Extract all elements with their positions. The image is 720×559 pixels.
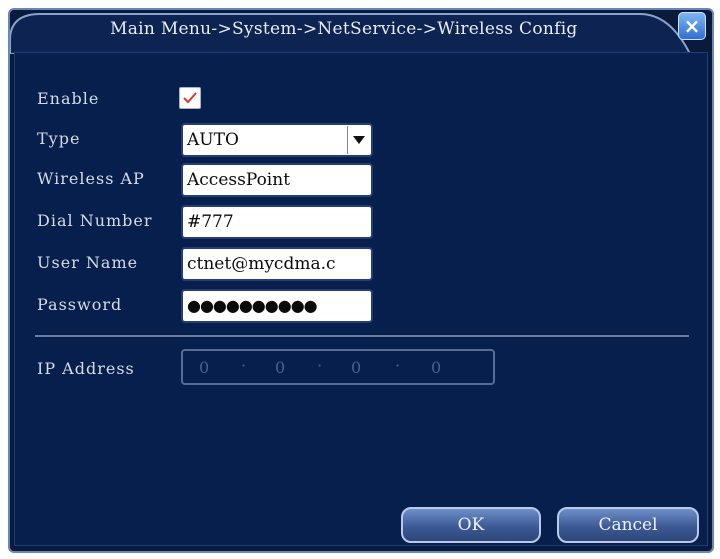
enable-checkbox[interactable] xyxy=(179,87,201,109)
ip-octet-4[interactable]: 0 xyxy=(431,358,441,377)
ip-separator: · xyxy=(241,356,247,375)
ip-octet-3[interactable]: 0 xyxy=(351,358,361,377)
enable-label: Enable xyxy=(37,89,100,108)
type-select-value: AUTO xyxy=(187,130,239,150)
ip-octet-1[interactable]: 0 xyxy=(199,358,209,377)
user-name-label: User Name xyxy=(37,253,139,272)
chevron-down-icon xyxy=(353,136,365,144)
ip-separator: · xyxy=(317,356,323,375)
divider xyxy=(35,335,689,337)
dial-number-input[interactable]: #777 xyxy=(181,205,373,239)
ok-button[interactable]: OK xyxy=(401,507,541,543)
ip-separator: · xyxy=(395,356,401,375)
cancel-button[interactable]: Cancel xyxy=(557,507,699,543)
close-icon[interactable]: × xyxy=(678,12,706,40)
type-select[interactable]: AUTO xyxy=(181,123,373,157)
ip-address-label: IP Address xyxy=(37,359,135,378)
password-label: Password xyxy=(37,295,123,314)
ip-octet-2[interactable]: 0 xyxy=(275,358,285,377)
wireless-config-dialog: Main Menu->System->NetService->Wireless … xyxy=(8,8,714,553)
dial-number-label: Dial Number xyxy=(37,211,153,230)
title-bar: Main Menu->System->NetService->Wireless … xyxy=(10,10,712,54)
wireless-ap-label: Wireless AP xyxy=(37,169,145,188)
config-panel: Enable Type AUTO Wireless AP AccessPoint… xyxy=(14,52,708,546)
dropdown-button[interactable] xyxy=(347,126,370,154)
checkmark-icon xyxy=(183,92,197,104)
user-name-input[interactable]: ctnet@mycdma.c xyxy=(181,247,373,281)
password-input[interactable]: ●●●●●●●●●● xyxy=(181,289,373,323)
ip-address-input[interactable]: 0 · 0 · 0 · 0 xyxy=(181,349,495,385)
type-label: Type xyxy=(37,129,81,148)
window-title: Main Menu->System->NetService->Wireless … xyxy=(110,19,578,39)
wireless-ap-input[interactable]: AccessPoint xyxy=(181,163,373,197)
